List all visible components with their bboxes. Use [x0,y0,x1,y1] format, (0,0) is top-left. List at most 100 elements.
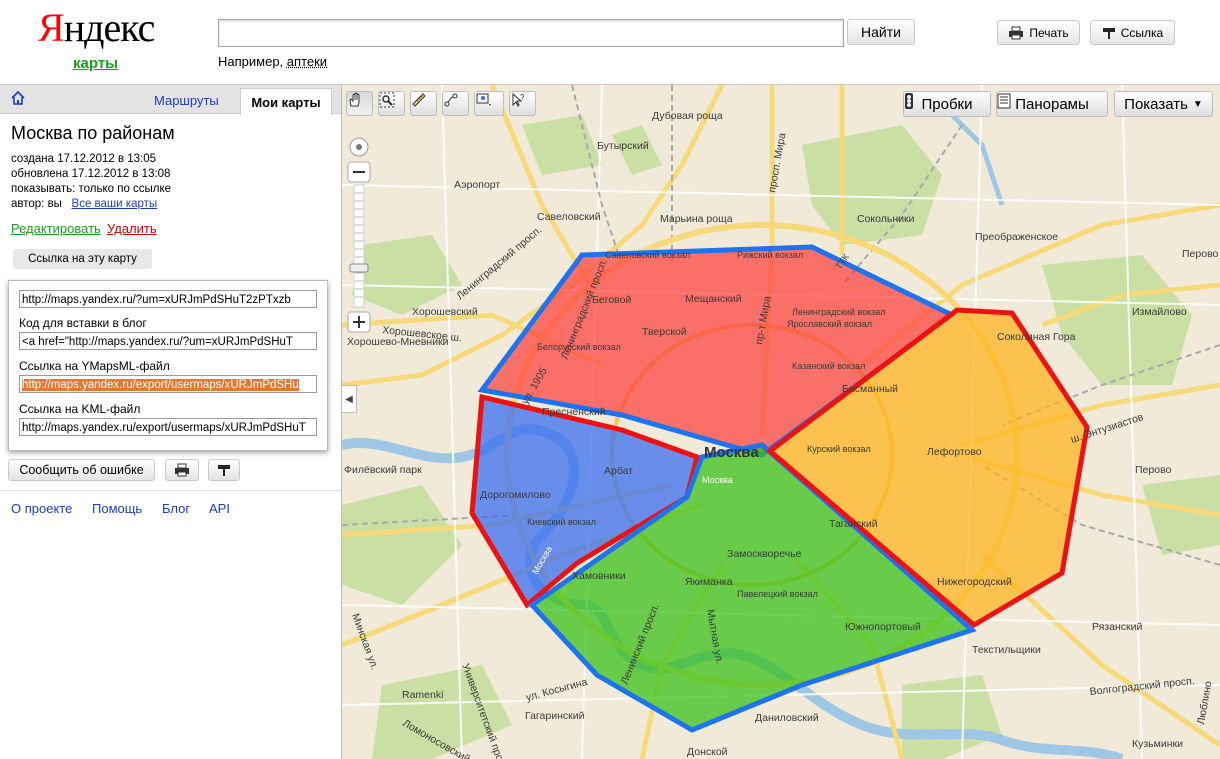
ruler-icon [412,93,426,107]
pin-link-button[interactable] [208,459,240,481]
show-dropdown[interactable]: Показать ▼ [1114,91,1213,117]
updated-date: обновлена 17.12.2012 в 13:08 [11,168,171,180]
footer-help-link[interactable]: Помощь [92,501,142,516]
print-label: Печать [1029,25,1069,40]
footer-about-link[interactable]: О проекте [11,501,72,516]
panoramas-label: Панорамы [1015,95,1089,113]
printer-icon [1009,26,1024,39]
hint-example-link[interactable]: аптеки [287,54,327,69]
panorama-icon [997,93,1011,109]
ymaps-url-selected: http://maps.yandex.ru/export/usermaps/xU… [22,379,299,391]
search-input[interactable] [218,19,844,47]
help-tool[interactable]: ? [509,91,536,116]
map-label: Ярославский вокзал [787,319,872,329]
printer-icon [175,463,189,477]
footer-api-link[interactable]: API [209,501,230,516]
chevron-down-icon: ▼ [1192,98,1203,110]
chevron-left-icon: ◀ [345,393,353,405]
map-url-field[interactable]: http://maps.yandex.ru/?um=xURJmPdSHuT2zP… [19,290,317,308]
map-label: Замоскворечье [727,548,802,560]
blog-code-field[interactable]: <a href="http://maps.yandex.ru/?um=xURJm… [19,332,317,350]
compass-center [356,144,362,150]
minus-icon [353,171,365,173]
help-cursor-icon: ? [512,92,525,107]
bookmark-icon [476,93,491,106]
map-title: Москва по районам [11,123,175,143]
map-label: Савеловский вокзал [605,250,690,260]
search-button[interactable]: Найти [847,19,915,45]
divider [0,490,341,491]
delete-link[interactable]: Удалить [107,221,157,236]
map-label: Хорошевский [412,306,478,318]
logo-text: ндекс [63,5,156,50]
svg-text:?: ? [520,93,525,102]
map-label: Арбат [604,465,633,477]
map-label: Пресненский [542,406,606,418]
map-label: Беговой [592,294,631,306]
kml-url-field[interactable]: http://maps.yandex.ru/export/usermaps/xU… [19,418,317,436]
report-error-button[interactable]: Сообщить об ошибке [8,459,155,481]
map-label: Бутырский [597,140,649,152]
tab-routes[interactable]: Маршруты [154,93,219,108]
map-area[interactable]: Дубовая роща Бутырский просп. Мира Аэроп… [342,85,1220,759]
tab-home[interactable] [10,90,28,108]
bookmark-tool[interactable] [474,91,504,116]
map-label: Дубовая роща [652,110,723,122]
link-label: Ссылка [1120,25,1164,40]
map-label: Павелецкий вокзал [737,589,818,599]
search-hint: Например, аптеки [218,54,327,69]
edit-link[interactable]: Редактировать [11,221,101,236]
ymaps-url-field[interactable]: http://maps.yandex.ru/export/usermaps/xU… [19,375,317,393]
print-button[interactable]: Печать [997,20,1080,45]
map-label: Соколиная Гора [997,331,1076,343]
header: Яндекс карты Найти Например, аптеки Печа… [0,0,1220,85]
visibility-info: показывать: только по ссылке [11,183,172,195]
route-tool[interactable] [442,91,469,116]
logo-letter-ya: Я [38,5,65,50]
map-link-button[interactable]: Ссылка на эту карту [13,249,152,269]
maps-logo-link[interactable]: карты [73,55,118,72]
zoom-rect-tool[interactable] [378,91,405,116]
hand-icon [349,92,360,107]
map-label: Киевский вокзал [527,517,596,527]
hint-prefix: Например, [218,54,284,69]
tab-my-maps[interactable]: Мои карты [240,88,332,115]
traffic-label: Пробки [921,95,973,113]
map-label: Перово [1182,248,1219,260]
print-map-button[interactable] [165,459,199,481]
author-prefix: автор: вы [11,198,62,210]
zoom-slider-handle[interactable] [349,263,369,273]
map-label: Рижский вокзал [737,250,803,260]
collapse-sidebar-button[interactable]: ◀ [342,385,357,413]
created-date: создана 17.12.2012 в 13:05 [11,153,157,165]
show-label: Показать [1124,95,1188,113]
map-label: Марьина роща [660,213,733,225]
map-label: Москва [702,475,733,485]
map-label: Донской [687,746,728,758]
link-panel: http://maps.yandex.ru/?um=xURJmPdSHuT2zP… [8,280,328,451]
map-label: Лефортово [927,446,982,458]
yandex-logo[interactable]: Яндекс [38,6,158,50]
zoom-control [347,137,371,337]
panoramas-button[interactable]: Панорамы [996,91,1108,117]
map-label: Нижегородский [937,576,1012,588]
map-label: Савеловский [537,211,601,223]
ruler-tool[interactable] [410,91,437,116]
map-label: Перово [1135,464,1172,476]
footer-blog-link[interactable]: Блог [162,501,190,516]
map-label: Якиманка [685,576,733,588]
traffic-button[interactable]: Пробки [903,91,991,117]
map-label: Басманный [842,383,898,395]
link-button[interactable]: Ссылка [1090,20,1175,45]
map-label-center: Москва [704,444,759,461]
hand-tool[interactable] [346,91,373,116]
map-canvas[interactable]: Дубовая роща Бутырский просп. Мира Аэроп… [342,85,1220,759]
map-label: Гагаринский [525,710,585,722]
map-label: Филёвский парк [344,464,422,476]
map-label: Рязанский [1092,621,1143,633]
map-label: Кузьминки [1132,738,1183,750]
pin-icon [1102,27,1115,39]
map-label: Тверской [642,326,687,338]
all-maps-link[interactable]: Все ваши карты [72,198,158,210]
map-label: Дорогомилово [480,489,551,501]
